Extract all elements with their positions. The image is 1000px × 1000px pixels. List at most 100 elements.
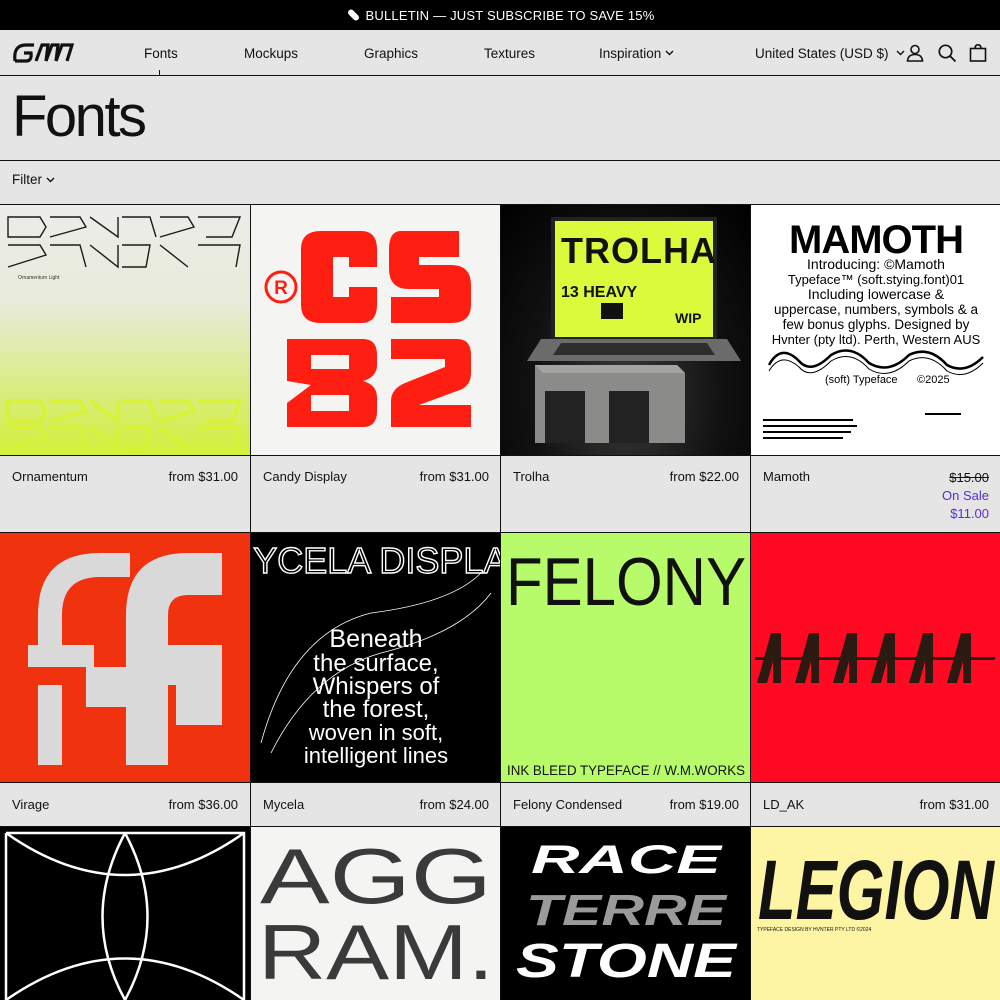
product-thumbnail[interactable]: MYCELA DISPLAY Beneath the surface, Whis… [251, 533, 501, 783]
nav-active-indicator [159, 70, 160, 76]
thumb-caption: Ornamentum Light [18, 275, 60, 281]
grid-divider [0, 455, 1000, 456]
product-card-trolha[interactable]: TROLHA 13 HEAVY WIP Trolha from $22.00 [501, 205, 751, 532]
product-artwork: LEGION TYPEFACE DESIGN BY HVNTER PTY LTD… [757, 843, 996, 937]
product-price: from $36.00 [168, 797, 238, 812]
product-card-candy-display[interactable]: R Candy Display from $31.00 [251, 205, 501, 532]
ld-ak-artwork [755, 633, 995, 683]
felony-artwork: FELONY INK BLEED TYPEFACE // W.M.WORKS [506, 544, 746, 778]
chevron-down-icon [896, 50, 905, 56]
thumb-line: Typeface™ (soft.stying.font)01 [788, 272, 964, 287]
cart-icon[interactable] [968, 43, 988, 63]
thumb-line: the forest, [323, 696, 430, 723]
product-price: from $31.00 [168, 469, 238, 484]
search-icon[interactable] [937, 43, 957, 63]
nav-inspiration-label: Inspiration [599, 45, 662, 61]
announcement-text: BULLETIN — JUST SUBSCRIBE TO SAVE 15% [365, 7, 655, 23]
grid-divider [750, 204, 751, 1000]
product-thumbnail[interactable]: LEGION TYPEFACE DESIGN BY HVNTER PTY LTD… [751, 827, 1000, 1000]
product-thumbnail[interactable]: RACE TERRE STONE [501, 827, 751, 1000]
product-price: $11.00 [950, 506, 989, 521]
thumb-line: woven in soft, [308, 720, 444, 745]
virage-artwork [28, 553, 222, 765]
product-name: Ornamentum [12, 469, 88, 484]
trolha-artwork: TROLHA 13 HEAVY WIP [527, 217, 741, 443]
thumb-art: LEGION [758, 843, 996, 937]
candy-display-artwork: R [264, 231, 471, 427]
product-artwork [4, 831, 246, 1000]
announcement-bar[interactable]: BULLETIN — JUST SUBSCRIBE TO SAVE 15% [0, 0, 1000, 30]
product-info: Ornamentum from $31.00 [0, 455, 250, 532]
product-info: Mamoth $15.00 On Sale $11.00 [751, 455, 1000, 532]
svg-text:RACE: RACE [531, 838, 723, 882]
svg-text:RAM.: RAM. [258, 908, 494, 996]
account-icon[interactable] [905, 43, 925, 63]
product-price: from $31.00 [919, 797, 989, 812]
nav-mockups-label: Mockups [244, 45, 299, 61]
product-card-mamoth[interactable]: MAMOTH Introducing: ©Mamoth Typeface™ (s… [751, 205, 1000, 532]
product-name: Mycela [263, 797, 305, 812]
grid-divider [0, 532, 1000, 533]
thumb-line: intelligent lines [304, 743, 448, 768]
product-card-ornamentum[interactable]: Ornamentum Light Ornamentum from $31.00 [0, 205, 250, 532]
product-card[interactable]: AGG RAM. [251, 827, 501, 1000]
thumb-line: few bonus glyphs. Designed by [783, 317, 970, 332]
divider [0, 160, 1000, 161]
ornamentum-artwork: Ornamentum Light [6, 216, 243, 453]
product-info: LD_AK from $31.00 [751, 783, 1000, 826]
svg-text:AGG: AGG [260, 832, 492, 920]
thumb-line: WIP [675, 310, 701, 326]
thumb-footer: (soft) Typeface [825, 374, 898, 386]
product-card[interactable] [0, 827, 250, 1000]
product-artwork: RACE TERRE STONE [516, 838, 739, 988]
pill-icon [346, 8, 360, 22]
nav-graphics[interactable]: Graphics [364, 30, 418, 76]
sale-badge: On Sale [942, 488, 989, 503]
nav-fonts-label: Fonts [144, 45, 178, 61]
grid-divider [0, 826, 1000, 827]
thumb-art: MYCELA DISPLAY [251, 540, 501, 581]
brand-logo[interactable] [12, 41, 76, 65]
svg-text:R: R [274, 278, 288, 299]
product-thumbnail[interactable]: AGG RAM. [251, 827, 501, 1000]
product-info: Mycela from $24.00 [251, 783, 501, 826]
product-artwork: AGG RAM. [258, 832, 494, 996]
nav-inspiration[interactable]: Inspiration [599, 30, 674, 76]
grid-divider [500, 204, 501, 1000]
nav-textures-label: Textures [484, 45, 536, 61]
product-thumbnail[interactable]: Ornamentum Light [0, 205, 250, 455]
svg-text:STONE: STONE [516, 935, 739, 988]
page-title: Fonts [12, 84, 147, 149]
product-info: Trolha from $22.00 [501, 455, 751, 532]
product-price: from $24.00 [419, 797, 489, 812]
filter-button[interactable]: Filter [12, 172, 55, 187]
product-card[interactable]: LEGION TYPEFACE DESIGN BY HVNTER PTY LTD… [751, 827, 1000, 1000]
nav-fonts[interactable]: Fonts [144, 30, 178, 76]
thumb-line: Introducing: ©Mamoth [807, 256, 945, 272]
product-card[interactable]: RACE TERRE STONE [501, 827, 751, 1000]
product-price: from $31.00 [419, 469, 489, 484]
thumb-art: TROLHA [561, 230, 717, 271]
product-name: LD_AK [763, 797, 805, 812]
nav-textures[interactable]: Textures [484, 30, 535, 76]
product-name: Virage [12, 797, 50, 812]
product-info: Felony Condensed from $19.00 [501, 783, 751, 826]
product-name: Trolha [513, 469, 550, 484]
product-thumbnail[interactable] [0, 827, 250, 1000]
thumb-line: 13 HEAVY [561, 284, 638, 301]
thumb-line: Including lowercase & [808, 286, 945, 302]
chevron-down-icon [46, 177, 55, 182]
product-thumbnail[interactable]: TROLHA 13 HEAVY WIP [501, 205, 751, 455]
currency-selector[interactable]: United States (USD $) [755, 30, 905, 76]
product-thumbnail[interactable]: R [251, 205, 501, 455]
thumb-line: Beneath [329, 625, 422, 653]
product-thumbnail[interactable]: MAMOTH Introducing: ©Mamoth Typeface™ (s… [751, 205, 1000, 455]
product-thumbnail[interactable]: FELONY INK BLEED TYPEFACE // W.M.WORKS [501, 533, 751, 783]
product-price: from $19.00 [669, 797, 739, 812]
sale-price-block: $15.00 On Sale $11.00 [942, 469, 989, 523]
svg-text:TERRE: TERRE [526, 886, 728, 935]
thumb-caption: INK BLEED TYPEFACE // W.M.WORKS [507, 762, 745, 778]
nav-mockups[interactable]: Mockups [244, 30, 298, 76]
product-thumbnail[interactable] [0, 533, 250, 783]
product-thumbnail[interactable] [751, 533, 1000, 783]
